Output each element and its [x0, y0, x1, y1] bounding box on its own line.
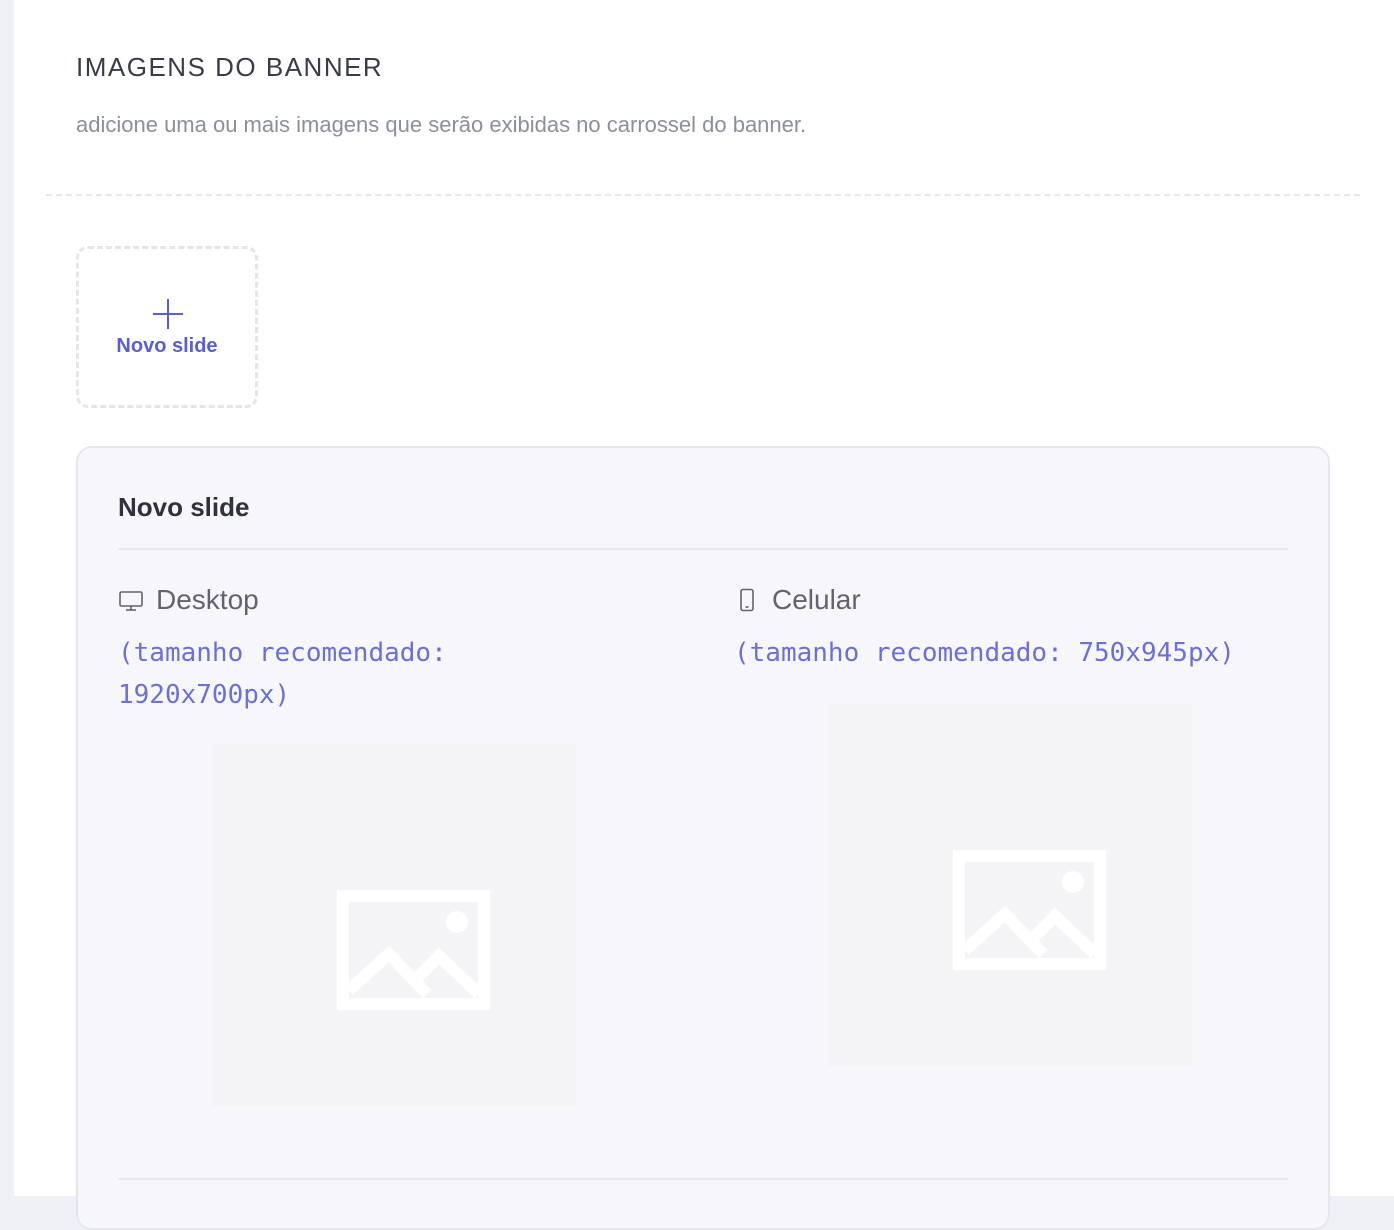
add-slide-button[interactable]: Novo slide — [76, 246, 258, 408]
mobile-size-hint: (tamanho recomendado: 750x945px) — [734, 638, 1235, 668]
image-placeholder-icon — [953, 850, 1106, 970]
desktop-size-hint: (tamanho recomendado: 1920x700px) — [118, 638, 447, 710]
mobile-image-upload[interactable] — [828, 704, 1192, 1066]
image-placeholder-icon — [337, 890, 490, 1010]
slide-footer-divider — [118, 1178, 1288, 1180]
slide-panel: Novo slide Desktop (tamanho recomendado:… — [76, 446, 1330, 1230]
section-title: IMAGENS DO BANNER — [76, 52, 384, 82]
mobile-heading: Celular — [734, 584, 861, 616]
plus-icon — [153, 299, 183, 329]
mobile-icon — [740, 588, 754, 612]
add-slide-label: Novo slide — [116, 335, 218, 357]
section-subtitle: adicione uma ou mais imagens que serão e… — [76, 112, 807, 137]
mobile-label: Celular — [772, 584, 861, 615]
desktop-image-upload[interactable] — [212, 744, 576, 1106]
slide-header-divider — [118, 548, 1288, 550]
desktop-icon — [119, 591, 143, 611]
desktop-label: Desktop — [156, 584, 259, 615]
section-divider — [46, 194, 1360, 196]
slide-title: Novo slide — [118, 492, 250, 522]
banner-images-card: IMAGENS DO BANNER adicione uma ou mais i… — [14, 0, 1394, 1230]
desktop-heading: Desktop — [118, 584, 259, 616]
